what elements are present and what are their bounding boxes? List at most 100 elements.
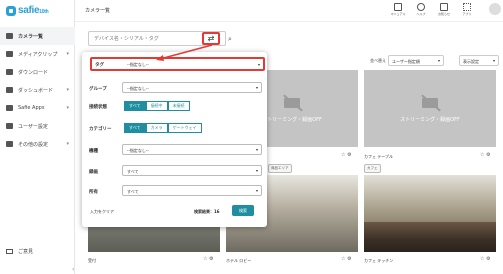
status-option-disconnected[interactable]: 未接続: [167, 101, 190, 111]
sidebar-item-label: ご意見: [18, 248, 34, 255]
chevron-down-icon: ▾: [255, 168, 258, 173]
camera-off-icon: [281, 94, 303, 112]
filter-panel: タグ --指定なし-- ▾ グループ --指定なし-- ▾ 接続状態 すべて 接…: [82, 52, 267, 227]
sidebar-item-label: メディアクリップ: [18, 51, 58, 58]
download-icon: [6, 69, 13, 75]
plan-value: すべて: [127, 169, 139, 174]
camera-off-icon: [419, 94, 441, 112]
sidebar-item-dashboard[interactable]: ダッシュボード ▾: [0, 81, 75, 99]
gear-icon[interactable]: ⚙: [347, 256, 351, 262]
search-icon[interactable]: ⌕: [228, 35, 232, 44]
camera-name: カフェ テーブル: [364, 154, 394, 159]
sidebar-item-camera-list[interactable]: カメラ一覧: [0, 27, 75, 45]
clear-input-link[interactable]: 入力をクリア: [90, 209, 114, 215]
top-header: カメラ一覧 マニュアル ヘルプ お知らせ アプリ: [75, 0, 503, 22]
search-button[interactable]: 検索: [232, 205, 254, 216]
sidebar-nav: カメラ一覧 メディアクリップ ▾ ダウンロード ダッシュボード ▾ Safie …: [0, 27, 75, 153]
gear-icon[interactable]: ⚙: [486, 152, 490, 158]
wrench-icon: [6, 141, 13, 147]
chevron-down-icon: ▾: [437, 58, 440, 63]
sort-select[interactable]: ユーザー指定順 ▾: [388, 55, 444, 66]
camera-icon: [6, 33, 13, 39]
status-option-connected[interactable]: 接続中: [145, 101, 168, 111]
sidebar-item-other-settings[interactable]: その他の設定 ▾: [0, 135, 75, 153]
help-button[interactable]: ヘルプ: [411, 3, 431, 16]
sidebar-item-label: ダウンロード: [18, 69, 49, 76]
camera-tile[interactable]: [364, 222, 496, 252]
star-icon[interactable]: ☆: [480, 256, 484, 262]
sort-label: 並べ替え: [370, 58, 386, 63]
category-label: カテゴリー: [89, 127, 112, 132]
camera-tag: 商品エリア: [268, 164, 292, 173]
camera-tile[interactable]: ストリーミング・録画OFF: [364, 70, 496, 147]
sidebar-item-media-clip[interactable]: メディアクリップ ▾: [0, 45, 75, 63]
chevron-down-icon: ▾: [66, 105, 69, 111]
manual-label: マニュアル: [390, 12, 406, 16]
sidebar-item-download[interactable]: ダウンロード: [0, 63, 75, 81]
tag-label: タグ: [95, 63, 104, 68]
category-option-camera[interactable]: カメラ: [145, 123, 168, 133]
result-count: 検索結果：16: [194, 209, 220, 214]
gear-icon[interactable]: ⚙: [209, 256, 213, 262]
camera-tag: カフェ: [364, 164, 381, 173]
star-icon[interactable]: ☆: [341, 152, 345, 158]
avatar[interactable]: [489, 3, 501, 15]
owner-value: すべて: [127, 189, 139, 194]
chevron-down-icon: ▾: [255, 85, 258, 90]
category-option-gateway[interactable]: ゲートウェイ: [167, 123, 202, 133]
star-icon[interactable]: ☆: [341, 256, 345, 262]
collapse-sidebar-button[interactable]: ‹: [72, 266, 74, 273]
manual-button[interactable]: マニュアル: [388, 3, 408, 16]
group-value: --指定なし--: [127, 86, 149, 91]
apps-button[interactable]: アプリ: [457, 3, 477, 16]
safie-logo[interactable]: safie10th: [6, 5, 49, 16]
model-select[interactable]: --指定なし-- ▾: [122, 144, 262, 155]
star-icon[interactable]: ☆: [480, 152, 484, 158]
camera-status: ストリーミング・録画OFF: [262, 117, 322, 123]
safie-logo-icon: [6, 5, 16, 16]
apps-grid-icon: [463, 3, 471, 11]
sidebar: safie10th カメラ一覧 メディアクリップ ▾ ダウンロード ダッシュボー…: [0, 0, 75, 274]
status-option-all[interactable]: すべて: [124, 101, 146, 111]
camera-name: ホテル ロビー: [226, 258, 252, 263]
sidebar-item-feedback[interactable]: ご意見: [0, 244, 75, 258]
user-icon: [6, 123, 13, 129]
model-value: --指定なし--: [127, 148, 149, 153]
gear-icon[interactable]: ⚙: [347, 152, 351, 158]
plan-label: 録画: [89, 170, 98, 175]
camera-actions: ☆ ⚙: [341, 256, 352, 262]
sidebar-item-label: ダッシュボード: [18, 87, 54, 94]
chevron-down-icon: ▾: [66, 51, 69, 57]
star-icon[interactable]: ☆: [203, 256, 207, 262]
help-label: ヘルプ: [416, 12, 426, 16]
category-option-all[interactable]: すべて: [124, 123, 146, 133]
sidebar-item-user-settings[interactable]: ユーザー設定: [0, 117, 75, 135]
annotation-arrow: [156, 44, 213, 61]
sidebar-item-safie-apps[interactable]: Safie Apps ▾: [0, 99, 75, 117]
chevron-down-icon: ▾: [492, 58, 495, 63]
manual-icon: [394, 3, 402, 11]
camera-actions: ☆ ⚙: [203, 256, 214, 262]
status-toggle: すべて 接続中 未接続: [124, 101, 190, 111]
dashboard-icon: [6, 87, 13, 93]
camera-actions: ☆ ⚙: [480, 256, 491, 262]
group-select[interactable]: --指定なし-- ▾: [122, 82, 262, 93]
sidebar-item-label: カメラ一覧: [18, 33, 44, 40]
sidebar-item-label: その他の設定: [18, 141, 49, 148]
camera-status: ストリーミング・録画OFF: [400, 117, 460, 123]
camera-name: 受付: [88, 258, 96, 263]
owner-select[interactable]: すべて ▾: [122, 185, 262, 196]
sidebar-item-label: ユーザー設定: [18, 123, 48, 130]
category-toggle: すべて カメラ ゲートウェイ: [124, 123, 202, 133]
gear-icon[interactable]: ⚙: [486, 256, 490, 262]
apps-icon: [6, 105, 13, 111]
notification-button[interactable]: お知らせ: [434, 3, 454, 16]
sidebar-item-label: Safie Apps: [18, 105, 45, 111]
help-icon: [417, 3, 425, 11]
display-settings-select[interactable]: 表示設定 ▾: [459, 55, 499, 66]
owner-label: 所有: [89, 190, 98, 195]
group-label: グループ: [89, 87, 107, 92]
plan-select[interactable]: すべて ▾: [122, 165, 262, 176]
chevron-down-icon: ▾: [255, 147, 258, 152]
brand-name: safie: [18, 5, 40, 16]
